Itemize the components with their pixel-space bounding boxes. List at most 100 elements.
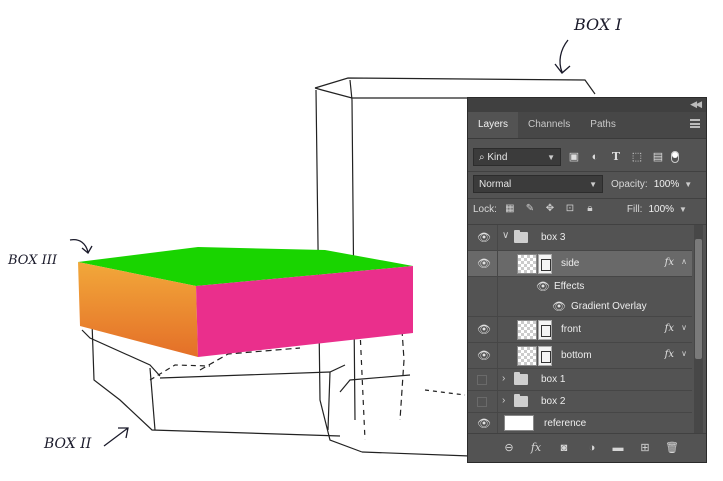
tab-layers[interactable]: Layers — [468, 112, 519, 138]
layer-front[interactable]: 👁︎ front fx ∨ — [468, 317, 692, 343]
lock-artboard-icon[interactable]: ⊡ — [563, 202, 577, 216]
divider — [497, 317, 498, 342]
type-filter-icon[interactable]: T — [608, 149, 624, 165]
arrow-box-ii — [103, 427, 129, 447]
lock-transparent-icon[interactable]: ▦ — [503, 202, 517, 216]
layer-name: side — [561, 258, 580, 269]
chevron-down-icon[interactable]: ∨ — [502, 230, 509, 241]
chevron-down-icon[interactable]: ∨ — [681, 323, 687, 332]
layer-name: front — [561, 324, 582, 335]
divider — [497, 343, 498, 368]
effects-row[interactable]: 👁︎ Effects — [468, 277, 692, 297]
layers-list: 👁︎ ∨ box 3 👁︎ side fx ∧ 👁︎ Effects 👁︎ Gr… — [468, 225, 692, 435]
opacity-label: Opacity: — [611, 178, 648, 190]
chevron-right-icon[interactable]: › — [502, 395, 505, 406]
layer-thumbnail — [504, 415, 534, 431]
trash-icon[interactable]: 🗑︎ — [664, 440, 680, 456]
new-layer-icon[interactable]: ⊞ — [637, 440, 653, 456]
visibility-eye-icon[interactable]: 👁︎ — [477, 324, 491, 336]
effect-gradient-overlay[interactable]: 👁︎ Gradient Overlay — [468, 297, 692, 317]
shape-filter-icon[interactable]: ⬚ — [629, 149, 645, 165]
filter-row: ⌕ Kind ▼ ▣ ◐ T ⬚ ▤ — [473, 148, 706, 166]
visibility-eye-icon[interactable]: 👁︎ — [552, 301, 566, 313]
visibility-eye-icon[interactable]: 👁︎ — [477, 418, 491, 430]
fill-value[interactable]: 100% — [648, 204, 674, 215]
collapse-panel-icon[interactable]: ◀◀ — [690, 99, 702, 110]
layer-name: box 1 — [541, 374, 566, 385]
lock-label: Lock: — [473, 203, 497, 215]
folder-icon — [514, 230, 528, 243]
adjustment-filter-icon[interactable]: ◐ — [587, 149, 603, 165]
chevron-down-icon: ▼ — [589, 180, 597, 189]
lock-position-icon[interactable]: ✥ — [543, 202, 557, 216]
lock-row: Lock: ▦ ✎ ✥ ⊡ 🔒︎ Fill: 100% ▼ — [473, 202, 706, 216]
visibility-eye-icon[interactable]: 👁︎ — [477, 350, 491, 362]
folder-icon — [514, 394, 528, 407]
panel-tabs: Layers Channels Paths — [468, 112, 706, 139]
chevron-down-icon[interactable]: ▼ — [679, 205, 687, 214]
divider — [497, 297, 498, 316]
panel-menu-icon[interactable] — [690, 119, 700, 128]
fx-icon[interactable]: fx — [528, 440, 544, 456]
fill-label: Fill: — [626, 203, 643, 215]
filter-toggle[interactable] — [671, 151, 679, 163]
layer-bottom[interactable]: 👁︎ bottom fx ∨ — [468, 343, 692, 369]
visibility-eye-icon[interactable]: 👁︎ — [536, 281, 550, 293]
filter-kind-select[interactable]: ⌕ Kind ▼ — [473, 148, 561, 166]
chevron-down-icon[interactable]: ▼ — [684, 180, 692, 189]
layer-thumbnail — [517, 320, 537, 340]
panel-title-bar: ◀◀ — [468, 98, 706, 112]
filter-kind-label: Kind — [487, 152, 508, 163]
visibility-eye-icon[interactable]: 👁︎ — [477, 232, 491, 244]
vector-mask-thumbnail — [538, 320, 552, 340]
layer-name: bottom — [561, 350, 592, 361]
layer-group-box-2[interactable]: › box 2 — [468, 391, 692, 413]
visibility-eye-icon[interactable]: 👁︎ — [477, 258, 491, 270]
layer-thumbnail — [517, 346, 537, 366]
blend-row: Normal ▼ Opacity: 100% ▼ — [473, 175, 706, 193]
layer-name: box 3 — [541, 232, 566, 243]
lock-all-icon[interactable]: 🔒︎ — [583, 202, 597, 216]
blend-mode-value: Normal — [479, 179, 512, 190]
divider — [497, 391, 498, 412]
scrollbar-thumb[interactable] — [695, 239, 702, 359]
visibility-toggle[interactable] — [477, 397, 487, 407]
effect-name: Gradient Overlay — [571, 301, 647, 312]
divider — [497, 251, 498, 276]
search-icon: ⌕ — [479, 152, 485, 163]
smart-object-filter-icon[interactable]: ▤ — [650, 149, 666, 165]
panel-footer: ⊖ fx ◙ ◑ ▬ ⊞ 🗑︎ — [468, 433, 706, 462]
mask-icon[interactable]: ◙ — [556, 440, 572, 456]
layer-group-box-1[interactable]: › box 1 — [468, 369, 692, 391]
layer-side[interactable]: 👁︎ side fx ∧ — [468, 251, 692, 277]
divider — [468, 198, 706, 199]
box-iii-render — [78, 247, 413, 357]
layers-scrollbar[interactable] — [694, 225, 703, 435]
layer-thumbnail — [517, 254, 537, 274]
new-group-icon[interactable]: ▬ — [610, 440, 626, 456]
tab-paths[interactable]: Paths — [580, 112, 626, 138]
chevron-up-icon[interactable]: ∧ — [681, 257, 687, 266]
chevron-down-icon[interactable]: ∨ — [681, 349, 687, 358]
chevron-right-icon[interactable]: › — [502, 373, 505, 384]
tab-channels[interactable]: Channels — [518, 112, 580, 138]
effects-label: Effects — [554, 281, 585, 292]
divider — [497, 413, 498, 434]
visibility-toggle[interactable] — [477, 375, 487, 385]
label-box-i: BOX I — [573, 15, 622, 34]
fx-badge[interactable]: fx — [665, 323, 674, 334]
layer-reference[interactable]: 👁︎ reference — [468, 413, 692, 435]
blend-mode-select[interactable]: Normal ▼ — [473, 175, 603, 193]
arrow-box-iii — [69, 238, 93, 254]
link-icon[interactable]: ⊖ — [501, 440, 517, 456]
adjustment-icon[interactable]: ◑ — [584, 440, 600, 456]
image-filter-icon[interactable]: ▣ — [566, 149, 582, 165]
fx-badge[interactable]: fx — [665, 257, 674, 268]
vector-mask-thumbnail — [538, 254, 552, 274]
folder-icon — [514, 372, 528, 385]
arrow-box-i — [554, 39, 571, 74]
lock-image-icon[interactable]: ✎ — [523, 202, 537, 216]
opacity-value[interactable]: 100% — [654, 179, 680, 190]
fx-badge[interactable]: fx — [665, 349, 674, 360]
layer-group-box-3[interactable]: 👁︎ ∨ box 3 — [468, 225, 692, 251]
